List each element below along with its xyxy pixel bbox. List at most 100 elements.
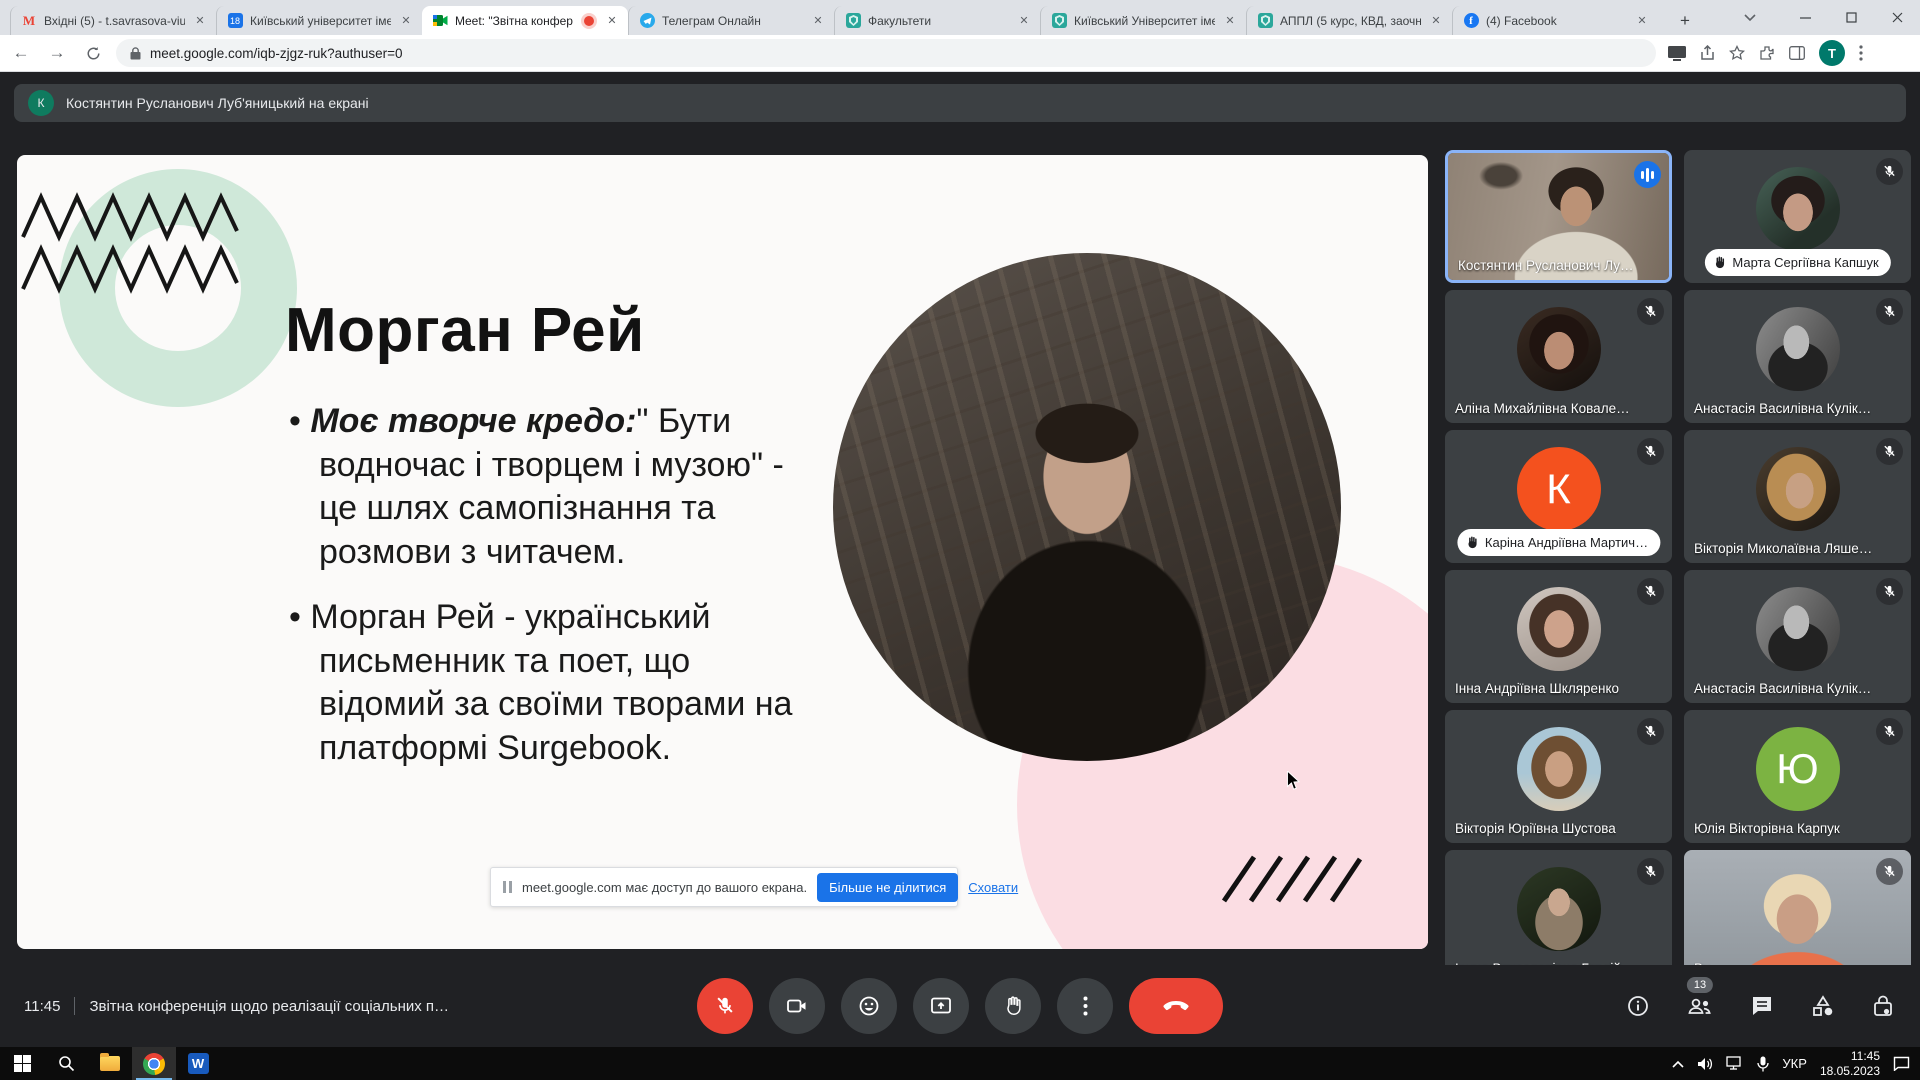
show-everyone-button[interactable]: 13: [1686, 994, 1714, 1018]
slide-bullet-1-lead: Моє творче кредо:: [310, 402, 636, 440]
slide-zigzag-decoration: [21, 191, 241, 243]
browser-tab[interactable]: Meet: "Звітна конфер✕: [422, 6, 628, 35]
meeting-details-button[interactable]: [1626, 994, 1650, 1018]
chat-button[interactable]: [1750, 994, 1774, 1018]
start-button[interactable]: [0, 1047, 44, 1080]
participant-avatar: [1756, 447, 1840, 531]
present-screen-button[interactable]: [913, 978, 969, 1034]
reactions-button[interactable]: [841, 978, 897, 1034]
share-icon[interactable]: [1700, 45, 1715, 61]
raise-hand-button[interactable]: [985, 978, 1041, 1034]
participant-tile[interactable]: Марта Сергіївна Капшук: [1684, 150, 1911, 283]
camera-button[interactable]: [769, 978, 825, 1034]
tab-close-icon[interactable]: ✕: [604, 13, 620, 29]
tray-chevron-icon[interactable]: [1672, 1060, 1684, 1068]
tab-close-icon[interactable]: ✕: [192, 13, 208, 29]
participant-tile[interactable]: ЮЮлія Вікторівна Карпук: [1684, 710, 1911, 843]
system-tray: УКР 11:45 18.05.2023: [1672, 1047, 1920, 1080]
back-button[interactable]: ←: [6, 38, 36, 68]
keyboard-language[interactable]: УКР: [1782, 1056, 1807, 1071]
calendar-favicon-icon: 18: [227, 13, 243, 29]
taskbar-clock[interactable]: 11:45 18.05.2023: [1820, 1049, 1880, 1079]
address-bar[interactable]: meet.google.com/iqb-zjgz-ruk?authuser=0: [116, 39, 1656, 67]
presenting-banner: К Костянтин Русланович Луб'яницький на е…: [14, 84, 1906, 122]
participant-tile[interactable]: Анастасія Василівна Кулік…: [1684, 290, 1911, 423]
file-explorer-icon[interactable]: [88, 1047, 132, 1080]
network-icon[interactable]: [1726, 1056, 1744, 1071]
tray-microphone-icon[interactable]: [1757, 1056, 1769, 1072]
tab-close-icon[interactable]: ✕: [1634, 13, 1650, 29]
telegram-favicon-icon: [639, 13, 655, 29]
maximize-button[interactable]: [1828, 0, 1874, 35]
meet-bottom-bar: 11:45 Звітна конференція щодо реалізації…: [0, 965, 1920, 1047]
participant-tile[interactable]: Аліна Михайлівна Ковале…: [1445, 290, 1672, 423]
tab-close-icon[interactable]: ✕: [1016, 13, 1032, 29]
stop-sharing-button[interactable]: Більше не ділитися: [817, 873, 958, 902]
new-tab-button[interactable]: +: [1672, 8, 1698, 34]
meeting-title: Звітна конференція щодо реалізації соціа…: [89, 998, 449, 1015]
divider: [74, 997, 75, 1015]
reload-button[interactable]: [78, 38, 108, 68]
action-center-icon[interactable]: [1893, 1056, 1910, 1071]
taskbar-search-icon[interactable]: [44, 1047, 88, 1080]
minimize-button[interactable]: [1782, 0, 1828, 35]
close-button[interactable]: [1874, 0, 1920, 35]
bookmark-star-icon[interactable]: [1729, 45, 1745, 61]
tab-title: АППЛ (5 курс, КВД, заочн: [1280, 14, 1421, 28]
hide-notice-link[interactable]: Сховати: [968, 880, 1018, 895]
url-text: meet.google.com/iqb-zjgz-ruk?authuser=0: [150, 46, 403, 61]
participant-tile[interactable]: Ви: [1684, 850, 1911, 965]
extensions-icon[interactable]: [1759, 45, 1775, 61]
participant-tile[interactable]: Вікторія Юріївна Шустова: [1445, 710, 1672, 843]
volume-icon[interactable]: [1697, 1057, 1713, 1071]
facebook-favicon-icon: f: [1463, 13, 1479, 29]
tab-strip-tabs: MВхідні (5) - t.savrasova-viu✕18Київськи…: [10, 6, 1658, 35]
tab-close-icon[interactable]: ✕: [1428, 13, 1444, 29]
participant-name: Каріна Андріївна Мартич…: [1485, 535, 1648, 550]
muted-microphone-icon: [1876, 578, 1903, 605]
participant-tile[interactable]: К Каріна Андріївна Мартич…: [1445, 430, 1672, 563]
participant-tile[interactable]: Костянтин Русланович Лу…: [1445, 150, 1672, 283]
tab-title: (4) Facebook: [1486, 14, 1627, 28]
pause-icon: [503, 881, 512, 893]
browser-tab[interactable]: Факультети✕: [834, 6, 1040, 35]
browser-tab[interactable]: 18Київський університет іме✕: [216, 6, 422, 35]
host-controls-button[interactable]: [1872, 994, 1894, 1018]
chrome-taskbar-icon[interactable]: [132, 1047, 176, 1080]
participant-tile[interactable]: Інна Андріївна Шкляренко: [1445, 570, 1672, 703]
participant-avatar: К: [1517, 447, 1601, 531]
tab-search-chevron-icon[interactable]: [1730, 0, 1770, 35]
tab-close-icon[interactable]: ✕: [810, 13, 826, 29]
slide-title: Морган Рей: [285, 295, 645, 366]
tab-close-icon[interactable]: ✕: [398, 13, 414, 29]
participant-tile[interactable]: Анастасія Василівна Кулік…: [1684, 570, 1911, 703]
tab-sharing-icon[interactable]: [1668, 46, 1686, 61]
activities-button[interactable]: [1810, 994, 1836, 1018]
browser-tab[interactable]: Телеграм Онлайн✕: [628, 6, 834, 35]
browser-tab[interactable]: f (4) Facebook ✕: [1452, 6, 1658, 35]
muted-microphone-icon: [1637, 298, 1664, 325]
participant-tile[interactable]: Ірина Вячеславівна Гордій…: [1445, 850, 1672, 965]
participant-tile[interactable]: Вікторія Миколаївна Ляше…: [1684, 430, 1911, 563]
muted-microphone-icon: [1876, 858, 1903, 885]
participant-name: Вікторія Юріївна Шустова: [1455, 821, 1616, 836]
browser-menu-icon[interactable]: [1859, 45, 1863, 61]
forward-button[interactable]: →: [42, 38, 72, 68]
participant-name: Анастасія Василівна Кулік…: [1694, 401, 1871, 416]
browser-tab[interactable]: АППЛ (5 курс, КВД, заочн ✕: [1246, 6, 1452, 35]
browser-toolbar: ← → meet.google.com/iqb-zjgz-ruk?authuse…: [0, 35, 1920, 72]
leave-call-button[interactable]: [1129, 978, 1223, 1034]
more-options-button[interactable]: [1057, 978, 1113, 1034]
browser-tab[interactable]: MВхідні (5) - t.savrasova-viu✕: [10, 6, 216, 35]
microphone-off-button[interactable]: [697, 978, 753, 1034]
tab-close-icon[interactable]: ✕: [1222, 13, 1238, 29]
word-taskbar-icon[interactable]: W: [176, 1047, 220, 1080]
tab-title: Київський Університет іме: [1074, 14, 1215, 28]
side-panel-icon[interactable]: [1789, 46, 1805, 60]
browser-tab[interactable]: Київський Університет іме ✕: [1040, 6, 1246, 35]
participant-avatar: [1756, 587, 1840, 671]
participant-name: Марта Сергіївна Капшук: [1732, 255, 1878, 270]
muted-microphone-icon: [1876, 718, 1903, 745]
meet-favicon-icon: [432, 13, 448, 29]
profile-avatar[interactable]: T: [1819, 40, 1845, 66]
